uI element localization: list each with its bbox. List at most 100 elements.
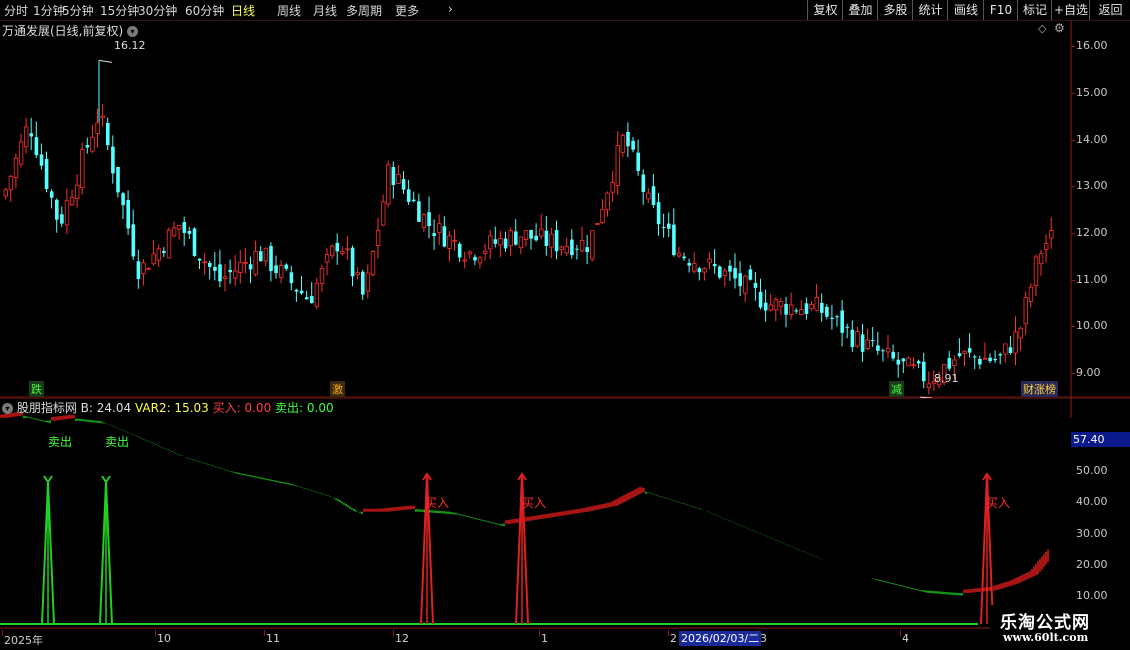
price-chart[interactable] bbox=[0, 20, 1130, 418]
candle-body bbox=[1033, 256, 1039, 286]
candle-body bbox=[365, 272, 371, 292]
period-tab-8[interactable]: 月线 bbox=[313, 2, 337, 19]
toolbar-button-5[interactable]: F10 bbox=[983, 0, 1018, 20]
candle-body bbox=[467, 251, 473, 255]
period-tab-1[interactable]: 1分钟 bbox=[33, 2, 65, 19]
candle-body bbox=[718, 266, 722, 278]
date-tick-label: 12 bbox=[395, 632, 409, 645]
candle-body bbox=[182, 222, 187, 233]
chevron-down-icon[interactable]: ▾ bbox=[127, 26, 139, 37]
candle-body bbox=[222, 276, 228, 279]
indicator-b-value: B: 24.04 bbox=[80, 401, 132, 415]
sell-signal-label: 卖出 bbox=[105, 435, 130, 449]
price-tick-label: 16.00 bbox=[1076, 39, 1108, 52]
toolbar-button-1[interactable]: 叠加 bbox=[842, 0, 878, 20]
indicator-tick-label: 10.00 bbox=[1076, 589, 1108, 602]
candle-body bbox=[579, 239, 585, 252]
candle-body bbox=[90, 136, 95, 152]
candle-body bbox=[243, 262, 248, 264]
toolbar-button-2[interactable]: 多股 bbox=[877, 0, 913, 20]
candle-body bbox=[452, 239, 457, 242]
candle-body bbox=[49, 191, 54, 198]
candle-body bbox=[585, 247, 589, 253]
chevron-down-icon[interactable]: ▾ bbox=[2, 403, 13, 414]
candle-body bbox=[289, 272, 294, 284]
signal-marker: 跌 bbox=[29, 381, 44, 397]
price-tick-label: 14.00 bbox=[1076, 133, 1108, 146]
candle-body bbox=[228, 269, 232, 273]
toolbar-button-7[interactable]: +自选 bbox=[1051, 0, 1090, 20]
candle-body bbox=[993, 358, 997, 361]
candle-body bbox=[488, 235, 493, 250]
period-tab-9[interactable]: 多周期 bbox=[346, 2, 382, 19]
candle-body bbox=[672, 224, 676, 256]
period-tab-6[interactable]: 日线 bbox=[231, 2, 255, 19]
date-tick bbox=[539, 630, 540, 636]
candle-body bbox=[3, 189, 8, 197]
indicator-chart[interactable] bbox=[0, 398, 1130, 630]
date-tick bbox=[900, 630, 901, 636]
toolbar-button-8[interactable]: 返回 bbox=[1089, 0, 1130, 20]
period-tab-3[interactable]: 15分钟 bbox=[100, 2, 139, 19]
toolbar-button-4[interactable]: 画线 bbox=[947, 0, 984, 20]
candle-body bbox=[493, 239, 498, 244]
candle-body bbox=[1049, 230, 1054, 239]
candle-body bbox=[1013, 331, 1018, 354]
candle-body bbox=[361, 271, 365, 295]
candle-body bbox=[656, 202, 661, 225]
period-tab-10[interactable]: 更多 bbox=[395, 2, 419, 19]
candle-body bbox=[274, 265, 278, 274]
candle-body bbox=[278, 265, 284, 278]
candle-body bbox=[804, 303, 809, 315]
buy-signal-label: 买入 bbox=[522, 496, 547, 510]
candle-body bbox=[345, 248, 350, 251]
arrow-down-icon bbox=[101, 475, 111, 484]
toolbar-button-6[interactable]: 标记 bbox=[1017, 0, 1052, 20]
date-tick-label: 10 bbox=[157, 632, 171, 645]
candle-body bbox=[814, 297, 819, 311]
date-tick-label: 1 bbox=[541, 632, 548, 645]
high-price-label: 16.12 bbox=[114, 39, 146, 52]
candle-body bbox=[396, 173, 401, 184]
candle-body bbox=[1023, 297, 1028, 325]
candle-body bbox=[498, 238, 503, 246]
candle-body bbox=[55, 199, 59, 220]
candle-body bbox=[544, 230, 549, 246]
candle-body bbox=[738, 273, 742, 287]
candle-body bbox=[1038, 253, 1044, 265]
candle-body bbox=[350, 247, 355, 277]
date-tick-label: 2 bbox=[670, 632, 677, 645]
period-tab-7[interactable]: 周线 bbox=[277, 2, 301, 19]
candle-body bbox=[799, 309, 804, 316]
toolbar-button-3[interactable]: 统计 bbox=[912, 0, 948, 20]
date-tick bbox=[155, 630, 156, 636]
period-tab-4[interactable]: 30分钟 bbox=[138, 2, 177, 19]
period-tab-5[interactable]: 60分钟 bbox=[185, 2, 224, 19]
candle-body bbox=[95, 122, 100, 134]
price-tick bbox=[1071, 373, 1075, 374]
candle-body bbox=[401, 179, 406, 190]
candle-body bbox=[901, 358, 906, 362]
period-tab-2[interactable]: 5分钟 bbox=[62, 2, 94, 19]
candle-body bbox=[238, 262, 243, 273]
candle-body bbox=[1028, 286, 1034, 302]
candle-body bbox=[820, 302, 824, 313]
candle-body bbox=[310, 296, 314, 304]
candle-body bbox=[865, 339, 870, 349]
candle-body bbox=[845, 326, 850, 328]
gear-icon[interactable]: ⚙ bbox=[1054, 21, 1065, 35]
candle-body bbox=[758, 291, 763, 308]
candle-body bbox=[518, 236, 524, 249]
candle-body bbox=[1003, 343, 1008, 355]
candle-body bbox=[692, 263, 697, 272]
chevron-right-icon[interactable]: › bbox=[448, 2, 453, 16]
toolbar-button-0[interactable]: 复权 bbox=[807, 0, 843, 20]
date-tick bbox=[668, 630, 669, 636]
candle-body bbox=[299, 290, 304, 294]
candle-body bbox=[667, 223, 671, 229]
candle-body bbox=[1044, 243, 1049, 250]
period-tab-0[interactable]: 分时 bbox=[4, 2, 28, 19]
diamond-icon[interactable]: ◇ bbox=[1038, 22, 1046, 35]
candle-body bbox=[218, 264, 222, 282]
candle-body bbox=[952, 359, 957, 366]
